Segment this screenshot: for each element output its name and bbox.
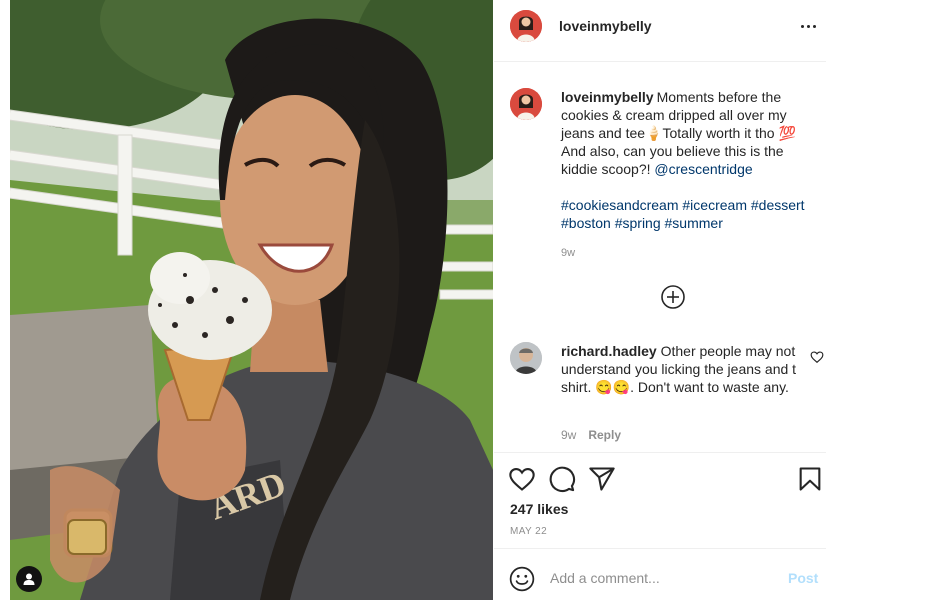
caption-time: 9w — [561, 247, 576, 259]
commenter-avatar[interactable] — [510, 342, 542, 374]
author-avatar[interactable] — [510, 10, 542, 42]
author-username[interactable]: loveinmybelly — [559, 18, 652, 34]
caption-username[interactable]: loveinmybelly — [561, 89, 654, 105]
caption-avatar[interactable] — [510, 88, 542, 120]
heart-icon[interactable] — [508, 465, 536, 493]
more-icon — [800, 24, 804, 28]
add-comment-bar: Post — [494, 548, 826, 600]
caption-hashtags[interactable]: #cookiesandcream #icecream #dessert #bos… — [561, 196, 823, 232]
post-header: loveinmybelly — [494, 0, 826, 62]
share-icon[interactable] — [588, 465, 616, 493]
post-photo[interactable]: ARD — [10, 0, 493, 600]
user-tag-icon[interactable] — [16, 566, 42, 592]
post-date: MAY 22 — [510, 526, 548, 537]
comment-input[interactable] — [550, 567, 770, 589]
caption-mention-link[interactable]: @crescentridge — [654, 161, 752, 177]
comment-icon[interactable] — [548, 465, 576, 493]
caption-text: loveinmybelly Moments before the cookies … — [561, 88, 823, 232]
post-details-panel: loveinmybelly loveinmybelly Moments befor… — [494, 0, 826, 600]
post-actions: 247 likes MAY 22 — [494, 452, 826, 544]
comment-meta: 9w Reply — [561, 428, 621, 442]
commenter-username[interactable]: richard.hadley — [561, 343, 657, 359]
comment-like-heart-icon[interactable] — [810, 350, 824, 364]
load-more-comments-button[interactable] — [660, 284, 686, 310]
comment-text: richard.hadley Other people may not unde… — [561, 342, 797, 396]
post-comment-button[interactable]: Post — [788, 570, 818, 586]
bookmark-icon[interactable] — [796, 465, 824, 493]
more-options-button[interactable] — [796, 16, 820, 36]
photo-illustration: ARD — [10, 0, 493, 600]
emoji-icon[interactable] — [509, 566, 535, 592]
likes-count[interactable]: 247 likes — [510, 501, 568, 517]
comment-time: 9w — [561, 428, 577, 442]
add-circle-icon — [661, 285, 685, 309]
reply-button[interactable]: Reply — [588, 428, 621, 442]
